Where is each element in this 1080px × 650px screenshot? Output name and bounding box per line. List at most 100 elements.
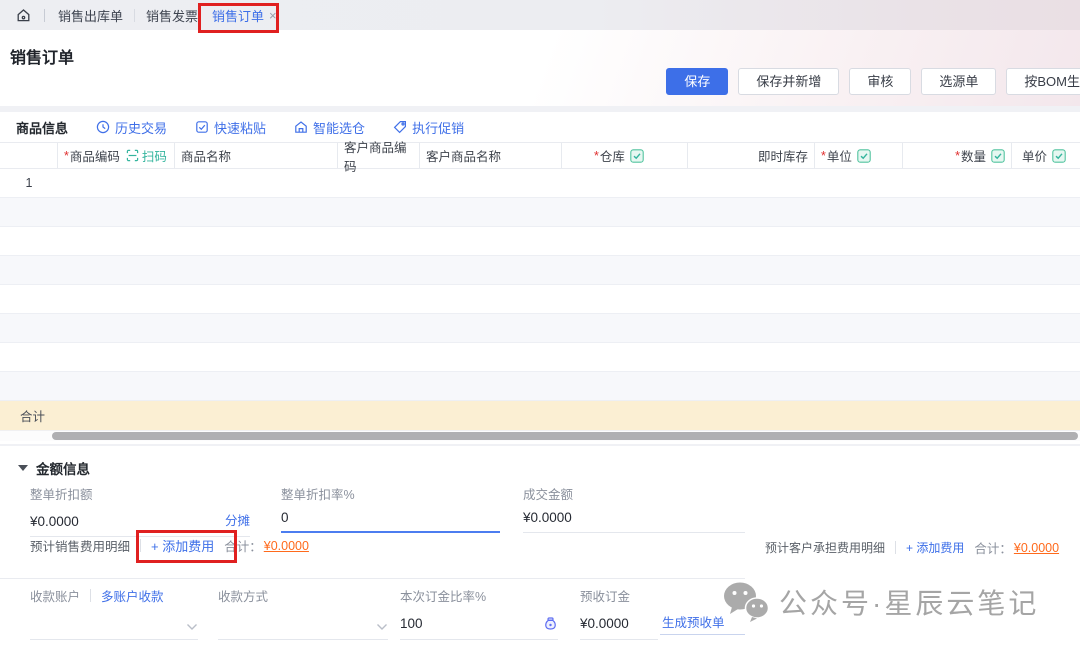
sales-fee-label: 预计销售费用明细 — [30, 536, 130, 555]
price-config-checkbox-icon[interactable] — [1052, 149, 1066, 163]
smart-warehouse-label: 智能选仓 — [313, 118, 365, 137]
product-section-title: 商品信息 — [16, 118, 68, 137]
save-and-new-button[interactable]: 保存并新增 — [738, 68, 839, 95]
scan-code-link[interactable]: 扫码 — [126, 146, 167, 165]
table-row[interactable]: 1 — [0, 169, 1080, 198]
discount-amount-label: 整单折扣额 — [30, 484, 250, 503]
discount-amount-input[interactable]: ¥0.0000 — [30, 514, 79, 529]
table-row[interactable] — [0, 285, 1080, 314]
customer-fee-total-label: 合计： — [974, 538, 1012, 557]
quantity-config-checkbox-icon[interactable] — [991, 149, 1005, 163]
close-icon[interactable]: × — [269, 8, 277, 23]
apportion-link[interactable]: 分摊 — [225, 510, 250, 529]
quick-paste-link[interactable]: 快速粘贴 — [195, 118, 266, 137]
vertical-separator — [90, 589, 91, 602]
clock-icon — [96, 120, 110, 134]
horizontal-scrollbar — [0, 430, 1080, 441]
generate-advance-receipt-link[interactable]: 生成预收单 — [662, 612, 725, 631]
receipt-method-field: 收款方式 — [218, 586, 388, 640]
collapse-caret-icon — [18, 465, 28, 471]
discount-rate-input[interactable]: 0 — [281, 510, 289, 525]
vertical-separator — [895, 541, 896, 554]
receipt-account-label: 收款账户 — [30, 586, 80, 605]
by-bom-button[interactable]: 按BOM生 — [1006, 68, 1080, 95]
required-mark: * — [64, 149, 69, 163]
required-mark: * — [955, 149, 960, 163]
order-discount-rate-field: 整单折扣率% 0 — [281, 484, 500, 533]
column-header-product-name: 商品名称 — [175, 143, 338, 168]
deposit-rate-input[interactable]: 100 — [400, 616, 423, 631]
page-header: 销售订单 保存 保存并新增 审核 选源单 按BOM生 — [0, 30, 1080, 106]
add-sales-fee-button[interactable]: + 添加费用 — [151, 536, 214, 555]
sales-fee-total-link[interactable]: ¥0.0000 — [264, 539, 309, 553]
deal-amount-value: ¥0.0000 — [523, 510, 572, 525]
column-header-unit-price: 单价 — [1012, 143, 1080, 168]
watermark-text: 公众号·星辰云笔记 — [779, 582, 1039, 622]
table-total-row: 合计 — [0, 401, 1080, 430]
scrollbar-thumb[interactable] — [52, 432, 1078, 440]
run-promotion-link[interactable]: 执行促销 — [393, 118, 464, 137]
amount-section-title: 金额信息 — [36, 458, 90, 478]
table-row[interactable] — [0, 227, 1080, 256]
history-trade-label: 历史交易 — [115, 118, 167, 137]
row-number: 1 — [0, 176, 58, 190]
link-underline — [660, 634, 745, 635]
required-mark: * — [594, 149, 599, 163]
smart-warehouse-link[interactable]: 智能选仓 — [294, 118, 365, 137]
history-trade-link[interactable]: 历史交易 — [96, 118, 167, 137]
sales-fee-total-label: 合计： — [224, 536, 262, 555]
deposit-field: 预收订金 ¥0.0000 — [580, 586, 658, 640]
scan-icon — [126, 149, 139, 162]
column-header-rownum — [0, 143, 58, 168]
table-row[interactable] — [0, 372, 1080, 401]
column-header-realtime-stock: 即时库存 — [688, 143, 815, 168]
vertical-separator — [140, 539, 141, 552]
table-row[interactable] — [0, 314, 1080, 343]
tab-sales-outbound[interactable]: 销售出库单 — [58, 6, 123, 25]
action-button-row: 保存 保存并新增 审核 选源单 按BOM生 — [666, 68, 1080, 95]
sales-fee-row: 预计销售费用明细 + 添加费用 合计： ¥0.0000 — [30, 536, 309, 555]
column-header-warehouse: * 仓库 — [562, 143, 688, 168]
column-header-quantity: * 数量 — [903, 143, 1012, 168]
required-mark: * — [821, 149, 826, 163]
topbar-divider — [44, 9, 45, 22]
home-icon[interactable] — [16, 8, 31, 23]
multi-account-link[interactable]: 多账户收款 — [101, 586, 164, 605]
receipt-account-field: 收款账户 多账户收款 — [30, 586, 198, 640]
receipt-account-select[interactable] — [30, 614, 198, 640]
tab-sales-invoice[interactable]: 销售发票 — [146, 6, 198, 25]
tab-sales-order[interactable]: 销售订单 — [212, 6, 264, 25]
chevron-down-icon — [376, 623, 388, 631]
receipt-method-select[interactable] — [218, 614, 388, 640]
deposit-rate-field: 本次订金比率% 100 — [400, 586, 558, 640]
product-code-label: 商品编码 — [70, 146, 120, 165]
top-tab-bar: 销售出库单 销售发票 销售订单 × — [0, 0, 1080, 30]
unit-config-checkbox-icon[interactable] — [857, 149, 871, 163]
customer-fee-label: 预计客户承担费用明细 — [765, 539, 885, 556]
money-bag-icon[interactable] — [543, 616, 558, 631]
product-info-card: 商品信息 历史交易 快速粘贴 智能选仓 执行促销 — [0, 112, 1080, 444]
customer-fee-total-link[interactable]: ¥0.0000 — [1014, 541, 1059, 555]
discount-rate-label: 整单折扣率% — [281, 484, 500, 503]
deposit-value: ¥0.0000 — [580, 616, 629, 631]
audit-button[interactable]: 审核 — [849, 68, 911, 95]
chevron-down-icon — [186, 623, 198, 631]
receipt-method-label: 收款方式 — [218, 586, 388, 605]
table-row[interactable] — [0, 343, 1080, 372]
warehouse-icon — [294, 120, 308, 134]
add-customer-fee-button[interactable]: + 添加费用 — [906, 539, 964, 556]
save-button[interactable]: 保存 — [666, 68, 728, 95]
amount-section-header[interactable]: 金额信息 — [18, 458, 90, 478]
select-source-button[interactable]: 选源单 — [921, 68, 996, 95]
warehouse-config-checkbox-icon[interactable] — [630, 149, 644, 163]
column-header-customer-product-code: 客户商品编码 — [338, 143, 420, 168]
total-label: 合计 — [20, 406, 45, 425]
table-row[interactable] — [0, 256, 1080, 285]
product-toolbar: 商品信息 历史交易 快速粘贴 智能选仓 执行促销 — [0, 112, 1080, 142]
run-promotion-label: 执行促销 — [412, 118, 464, 137]
column-header-unit: * 单位 — [815, 143, 903, 168]
table-row[interactable] — [0, 198, 1080, 227]
watermark: 公众号·星辰云笔记 — [722, 581, 1039, 623]
tab-divider — [134, 9, 135, 22]
customer-fee-row: 预计客户承担费用明细 + 添加费用 合计： ¥0.0000 — [765, 538, 1059, 557]
